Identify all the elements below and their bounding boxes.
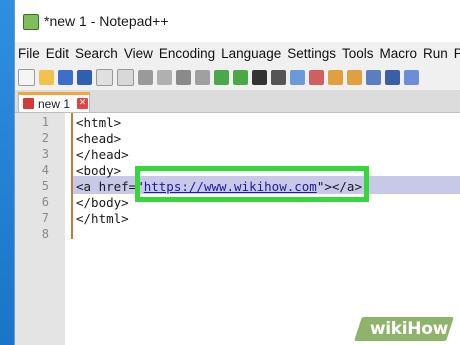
line-number: 6 (41, 195, 49, 209)
menu-run[interactable]: Run (420, 46, 451, 66)
editor-area[interactable]: 1 2 3 4 5 6 7 8 <html> <head> </head> <b… (15, 113, 460, 345)
fold-margin-line (71, 113, 73, 239)
new-file-icon[interactable] (18, 68, 35, 86)
menu-language[interactable]: Language (218, 46, 284, 66)
find-icon[interactable] (252, 69, 267, 85)
replace-icon[interactable] (271, 69, 286, 85)
window-title: *new 1 - Notepad++ (44, 13, 169, 29)
code-line: <head> (76, 131, 122, 146)
sync-v-icon[interactable] (328, 69, 343, 85)
title-bar[interactable]: *new 1 - Notepad++ (15, 0, 460, 42)
print-icon[interactable] (138, 69, 153, 85)
line-number: 4 (41, 163, 49, 177)
show-all-icon[interactable] (385, 69, 400, 85)
menu-file[interactable]: File (15, 46, 43, 66)
line-number: 8 (41, 227, 49, 241)
wikihow-watermark: wikiHow (370, 319, 448, 339)
menu-edit[interactable]: Edit (43, 46, 72, 66)
menu-macro[interactable]: Macro (377, 46, 421, 66)
line-number: 3 (41, 147, 49, 161)
save-all-icon[interactable] (77, 69, 92, 85)
menu-settings[interactable]: Settings (284, 46, 339, 66)
close-icon[interactable] (96, 68, 113, 86)
menu-bar: File Edit Search View Encoding Language … (15, 46, 460, 66)
code-line: <html> (76, 115, 122, 130)
tab-new-1[interactable]: new 1 ✕ (18, 92, 90, 112)
indent-guide-icon[interactable] (404, 69, 419, 85)
sync-h-icon[interactable] (347, 69, 362, 85)
code-line: </head> (76, 147, 129, 162)
tab-label: new 1 (38, 97, 71, 111)
copy-icon[interactable] (176, 69, 191, 85)
notepad-app-icon (23, 14, 39, 30)
open-file-icon[interactable] (39, 69, 54, 85)
save-icon[interactable] (58, 69, 73, 85)
watermark-how: How (407, 319, 448, 339)
line-number: 2 (41, 131, 49, 145)
highlight-box (135, 166, 369, 202)
close-tab-icon[interactable]: ✕ (77, 98, 88, 109)
cut-icon[interactable] (157, 69, 172, 85)
wrap-icon[interactable] (366, 69, 381, 85)
paste-icon[interactable] (195, 69, 210, 85)
redo-icon[interactable] (233, 69, 248, 85)
zoom-out-icon[interactable] (309, 69, 324, 85)
line-number: 5 (41, 179, 49, 193)
code-line: </html> (76, 211, 129, 226)
menu-search[interactable]: Search (72, 46, 121, 66)
unsaved-file-icon (23, 98, 34, 109)
code-line: <body> (76, 163, 122, 178)
tab-bar: new 1 ✕ (15, 90, 460, 113)
menu-tools[interactable]: Tools (339, 46, 377, 66)
menu-view[interactable]: View (121, 46, 156, 66)
line-number: 1 (41, 115, 49, 129)
code-line: </body> (76, 195, 129, 210)
menu-plugins[interactable]: Plugi (451, 46, 460, 66)
menu-encoding[interactable]: Encoding (156, 46, 218, 66)
close-all-icon[interactable] (117, 68, 134, 86)
zoom-in-icon[interactable] (290, 69, 305, 85)
watermark-wiki: wiki (369, 319, 408, 339)
code-prefix: <a href=" (76, 179, 144, 194)
line-number: 7 (41, 211, 49, 225)
undo-icon[interactable] (214, 69, 229, 85)
toolbar (15, 67, 460, 87)
